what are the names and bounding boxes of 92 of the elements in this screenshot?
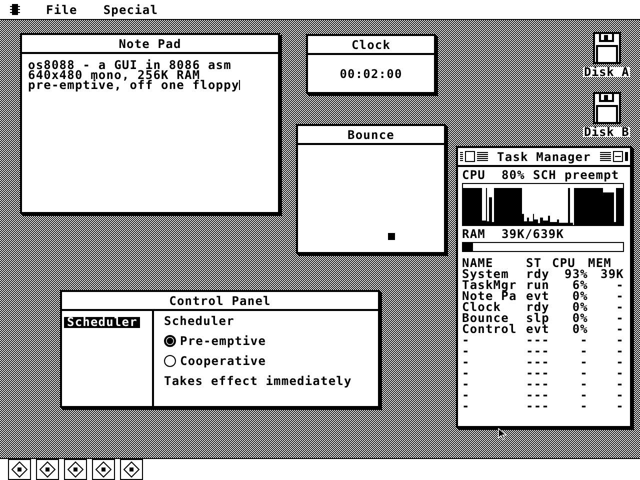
window-title: Control Panel xyxy=(169,294,271,308)
column-header: CPU xyxy=(552,258,576,269)
close-icon[interactable] xyxy=(460,150,488,163)
table-cell-text: 93% xyxy=(564,269,588,280)
column-header: ST xyxy=(526,258,542,269)
table-cell-text: - xyxy=(579,357,588,368)
table-cell-text: - xyxy=(580,335,588,346)
table-cell-text: --- xyxy=(526,335,550,346)
table-cell-text: - xyxy=(462,390,471,401)
table-cell-text: --- xyxy=(526,390,550,401)
title-bar[interactable]: Task Manager xyxy=(458,148,630,167)
table-cell-text: 0% xyxy=(571,324,588,335)
table-cell-text: - xyxy=(615,313,624,324)
table-cell-text: System xyxy=(462,269,509,280)
table-cell-text: TaskMgr xyxy=(462,280,518,291)
taskbar-button[interactable] xyxy=(36,459,59,480)
window-title: Task Manager xyxy=(497,150,591,164)
table-cell-text: evt xyxy=(526,324,550,335)
table-cell-text: rdy xyxy=(526,302,550,313)
table-cell-text: Control xyxy=(462,324,518,335)
sidebar-item[interactable]: Scheduler xyxy=(64,317,140,328)
note-text: pre-emptive, off one floppy xyxy=(28,80,240,90)
taskbar-button[interactable] xyxy=(64,459,87,480)
table-cell-text: - xyxy=(615,401,624,412)
table-cell-text: - xyxy=(462,379,471,390)
table-cell-text: - xyxy=(615,379,624,390)
cpu-label: CPU xyxy=(462,170,486,181)
table-cell-text: - xyxy=(615,302,624,313)
window-title: Bounce xyxy=(348,128,394,142)
table-cell-text: --- xyxy=(526,368,550,379)
table-cell-text: 39K xyxy=(600,269,624,280)
table-cell-text: - xyxy=(462,346,471,357)
radio-label[interactable]: Pre-emptive xyxy=(180,335,266,347)
table-cell-text: - xyxy=(615,346,624,357)
taskbar-button[interactable] xyxy=(8,459,31,480)
menu-item[interactable]: File xyxy=(46,2,78,16)
table-cell-text: 0% xyxy=(571,302,588,313)
table-cell-text: - xyxy=(462,368,471,379)
scheduler-value: preempt xyxy=(564,170,620,181)
logo-icon[interactable] xyxy=(10,4,20,15)
window-title: Note Pad xyxy=(118,36,182,50)
table-cell-text: - xyxy=(462,335,470,346)
table-cell-text: evt xyxy=(526,291,550,302)
table-cell-text: - xyxy=(615,357,624,368)
table-cell-text: --- xyxy=(526,379,550,390)
note-text: os8088 - a GUI in 8086 asm xyxy=(28,60,232,70)
radio-button[interactable] xyxy=(164,335,176,347)
table-cell-text: 0% xyxy=(571,291,588,302)
taskbar-button[interactable] xyxy=(92,459,115,480)
ram-label: RAM xyxy=(462,229,486,240)
column-header: NAME xyxy=(462,258,494,269)
cpu-value: 80% xyxy=(501,170,525,181)
table-cell-text: - xyxy=(615,368,624,379)
table-cell-text: - xyxy=(579,390,588,401)
table-cell-text: 6% xyxy=(572,280,588,291)
clock-time: 00:02:00 xyxy=(340,66,402,80)
table-cell-text: - xyxy=(579,379,588,390)
note-text: 640x480 mono, 256K RAM xyxy=(28,70,200,80)
table-cell-text: run xyxy=(526,280,550,291)
window-title: Clock xyxy=(351,38,391,52)
table-cell-text: Clock xyxy=(462,302,502,313)
table-cell-text: - xyxy=(579,346,588,357)
minimize-icon[interactable] xyxy=(600,150,628,163)
table-cell-text: slp xyxy=(526,313,550,324)
table-cell-text: - xyxy=(615,390,624,401)
radio-label[interactable]: Cooperative xyxy=(180,355,266,367)
table-cell-text: - xyxy=(462,401,471,412)
table-cell-text: --- xyxy=(526,357,550,368)
scheduler-label: SCH xyxy=(532,170,556,181)
table-cell-text: - xyxy=(579,368,588,379)
note-text: Takes effect immediately xyxy=(164,375,352,387)
table-cell-text: - xyxy=(462,357,471,368)
radio-button[interactable] xyxy=(164,355,176,367)
ram-value: 39K/639K xyxy=(501,229,564,240)
table-cell-text: Note Pa xyxy=(462,291,518,302)
column-header: MEM xyxy=(588,258,612,269)
table-cell-text: - xyxy=(615,291,624,302)
icon-label[interactable]: Disk B xyxy=(583,127,630,137)
icon-label[interactable]: Disk A xyxy=(583,67,630,77)
text-area[interactable]: os8088 - a GUI in 8086 asm 640x480 mono, 256K RAM pre-emptive, off one floppy xyxy=(22,54,278,90)
taskbar-button[interactable] xyxy=(120,459,143,480)
menu-item[interactable]: Special xyxy=(103,2,158,16)
table-cell-text: --- xyxy=(526,401,550,412)
table-cell-text: - xyxy=(579,401,588,412)
table-cell-text: - xyxy=(615,335,624,346)
section-heading: Scheduler xyxy=(164,315,234,327)
table-cell-text: - xyxy=(616,280,624,291)
table-cell-text: --- xyxy=(526,346,550,357)
table-cell-text: 0% xyxy=(571,313,588,324)
table-cell-text: Bounce xyxy=(462,313,509,324)
table-cell-text: - xyxy=(615,324,624,335)
table-cell-text: rdy xyxy=(526,269,550,280)
